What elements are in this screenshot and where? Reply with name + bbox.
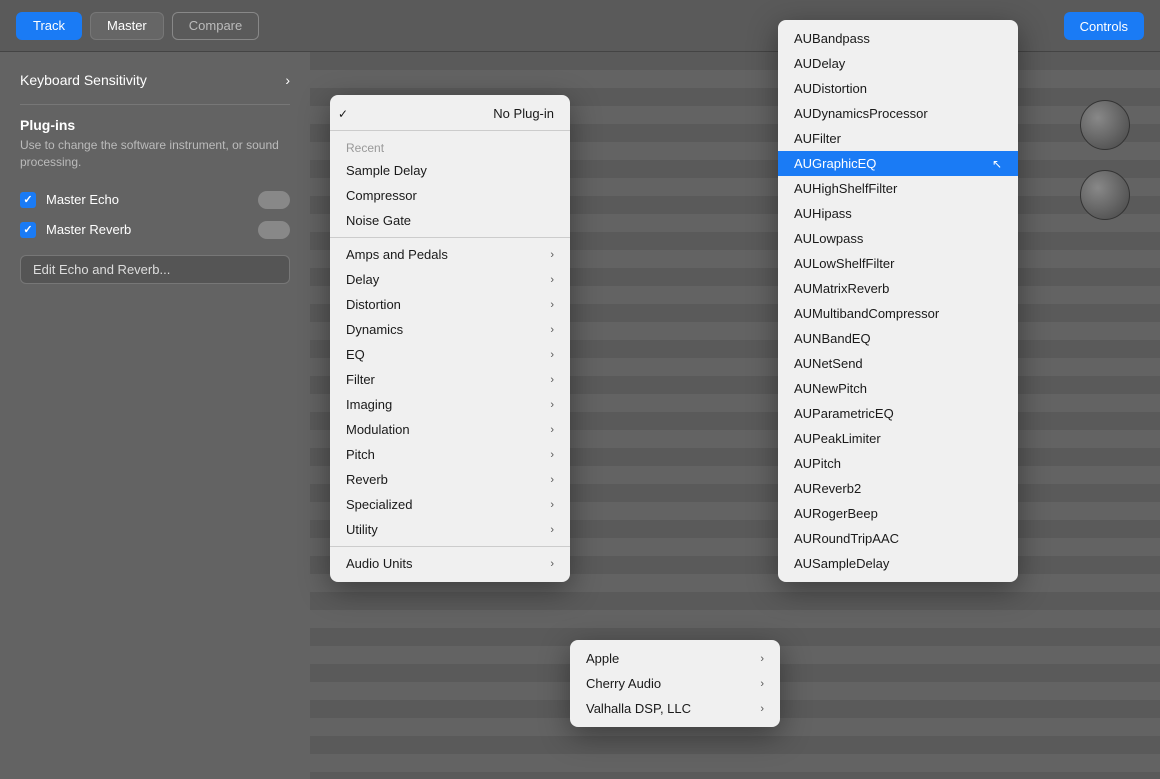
plugin-menu: No Plug-in Recent Sample Delay Compresso…	[330, 95, 570, 582]
au-lowpass-item[interactable]: AULowpass	[778, 226, 1018, 251]
apple-arrow-icon: ›	[760, 653, 764, 665]
knob-area	[1080, 100, 1140, 240]
cherry-audio-item[interactable]: Cherry Audio ›	[570, 671, 780, 696]
recent-label: Recent	[330, 135, 570, 158]
noise-gate-item[interactable]: Noise Gate	[330, 208, 570, 233]
knob-2[interactable]	[1080, 170, 1130, 220]
eq-item[interactable]: EQ ›	[330, 342, 570, 367]
au-filter-item[interactable]: AUFilter	[778, 126, 1018, 151]
au-graphic-eq-item[interactable]: AUGraphicEQ ↖	[778, 151, 1018, 176]
au-menu: AUBandpass AUDelay AUDistortion AUDynami…	[778, 20, 1018, 582]
edit-echo-reverb-button[interactable]: Edit Echo and Reverb...	[20, 255, 290, 284]
divider-1	[20, 104, 290, 105]
cursor-indicator: ↖	[992, 157, 1002, 171]
filter-item[interactable]: Filter ›	[330, 367, 570, 392]
chevron-right-icon: ›	[285, 72, 290, 88]
au-high-shelf-filter-item[interactable]: AUHighShelfFilter	[778, 176, 1018, 201]
au-roger-beep-item[interactable]: AURogerBeep	[778, 501, 1018, 526]
specialized-arrow-icon: ›	[550, 499, 554, 511]
reverb-arrow-icon: ›	[550, 474, 554, 486]
vendor-menu: Apple › Cherry Audio › Valhalla DSP, LLC…	[570, 640, 780, 727]
amps-and-pedals-item[interactable]: Amps and Pedals ›	[330, 242, 570, 267]
imaging-item[interactable]: Imaging ›	[330, 392, 570, 417]
delay-arrow-icon: ›	[550, 274, 554, 286]
reverb-item[interactable]: Reverb ›	[330, 467, 570, 492]
master-button[interactable]: Master	[90, 12, 164, 40]
modulation-arrow-icon: ›	[550, 424, 554, 436]
au-low-shelf-filter-item[interactable]: AULowShelfFilter	[778, 251, 1018, 276]
valhalla-label: Valhalla DSP, LLC	[586, 701, 691, 716]
controls-button[interactable]: Controls	[1064, 12, 1144, 40]
apple-item[interactable]: Apple ›	[570, 646, 780, 671]
no-plugin-item[interactable]: No Plug-in	[330, 101, 570, 126]
modulation-item[interactable]: Modulation ›	[330, 417, 570, 442]
plugins-desc: Use to change the software instrument, o…	[20, 137, 290, 171]
toolbar-right: Controls	[1064, 12, 1144, 40]
utility-arrow-icon: ›	[550, 524, 554, 536]
track-button[interactable]: Track	[16, 12, 82, 40]
master-echo-checkbox[interactable]	[20, 192, 36, 208]
au-distortion-item[interactable]: AUDistortion	[778, 76, 1018, 101]
valhalla-item[interactable]: Valhalla DSP, LLC ›	[570, 696, 780, 721]
au-hipass-item[interactable]: AUHipass	[778, 201, 1018, 226]
compare-button[interactable]: Compare	[172, 12, 259, 40]
master-echo-knob[interactable]	[258, 191, 290, 209]
au-reverb2-item[interactable]: AUReverb2	[778, 476, 1018, 501]
dynamics-item[interactable]: Dynamics ›	[330, 317, 570, 342]
au-pitch-item[interactable]: AUPitch	[778, 451, 1018, 476]
knob-1[interactable]	[1080, 100, 1130, 150]
plugins-title: Plug-ins	[20, 117, 290, 133]
imaging-arrow-icon: ›	[550, 399, 554, 411]
apple-label: Apple	[586, 651, 619, 666]
distortion-item[interactable]: Distortion ›	[330, 292, 570, 317]
menu-divider-3	[330, 546, 570, 547]
au-dynamics-processor-item[interactable]: AUDynamicsProcessor	[778, 101, 1018, 126]
master-reverb-checkbox[interactable]	[20, 222, 36, 238]
au-peak-limiter-item[interactable]: AUPeakLimiter	[778, 426, 1018, 451]
pitch-arrow-icon: ›	[550, 449, 554, 461]
sample-delay-item[interactable]: Sample Delay	[330, 158, 570, 183]
au-round-trip-aac-item[interactable]: AURoundTripAAC	[778, 526, 1018, 551]
master-reverb-label: Master Reverb	[46, 222, 248, 237]
menu-divider-2	[330, 237, 570, 238]
menu-divider-1	[330, 130, 570, 131]
cherry-audio-label: Cherry Audio	[586, 676, 661, 691]
master-echo-row: Master Echo	[20, 191, 290, 209]
audio-units-arrow-icon: ›	[550, 558, 554, 570]
specialized-item[interactable]: Specialized ›	[330, 492, 570, 517]
au-sample-delay-item[interactable]: AUSampleDelay	[778, 551, 1018, 576]
valhalla-arrow-icon: ›	[760, 703, 764, 715]
audio-units-item[interactable]: Audio Units ›	[330, 551, 570, 576]
master-echo-label: Master Echo	[46, 192, 248, 207]
master-reverb-row: Master Reverb	[20, 221, 290, 239]
sidebar: Keyboard Sensitivity › Plug-ins Use to c…	[0, 52, 310, 779]
dynamics-arrow-icon: ›	[550, 324, 554, 336]
au-net-send-item[interactable]: AUNetSend	[778, 351, 1018, 376]
pitch-item[interactable]: Pitch ›	[330, 442, 570, 467]
delay-item[interactable]: Delay ›	[330, 267, 570, 292]
au-multiband-compressor-item[interactable]: AUMultibandCompressor	[778, 301, 1018, 326]
amps-arrow-icon: ›	[550, 249, 554, 261]
au-graphic-eq-label: AUGraphicEQ	[794, 156, 876, 171]
utility-item[interactable]: Utility ›	[330, 517, 570, 542]
au-nband-eq-item[interactable]: AUNBandEQ	[778, 326, 1018, 351]
au-matrix-reverb-item[interactable]: AUMatrixReverb	[778, 276, 1018, 301]
eq-arrow-icon: ›	[550, 349, 554, 361]
filter-arrow-icon: ›	[550, 374, 554, 386]
au-bandpass-item[interactable]: AUBandpass	[778, 26, 1018, 51]
keyboard-sensitivity-row[interactable]: Keyboard Sensitivity ›	[20, 72, 290, 88]
compressor-item[interactable]: Compressor	[330, 183, 570, 208]
au-new-pitch-item[interactable]: AUNewPitch	[778, 376, 1018, 401]
no-plugin-label: No Plug-in	[493, 106, 554, 121]
master-reverb-knob[interactable]	[258, 221, 290, 239]
au-delay-item[interactable]: AUDelay	[778, 51, 1018, 76]
distortion-arrow-icon: ›	[550, 299, 554, 311]
keyboard-sensitivity-label: Keyboard Sensitivity	[20, 72, 147, 88]
au-parametric-eq-item[interactable]: AUParametricEQ	[778, 401, 1018, 426]
cherry-audio-arrow-icon: ›	[760, 678, 764, 690]
